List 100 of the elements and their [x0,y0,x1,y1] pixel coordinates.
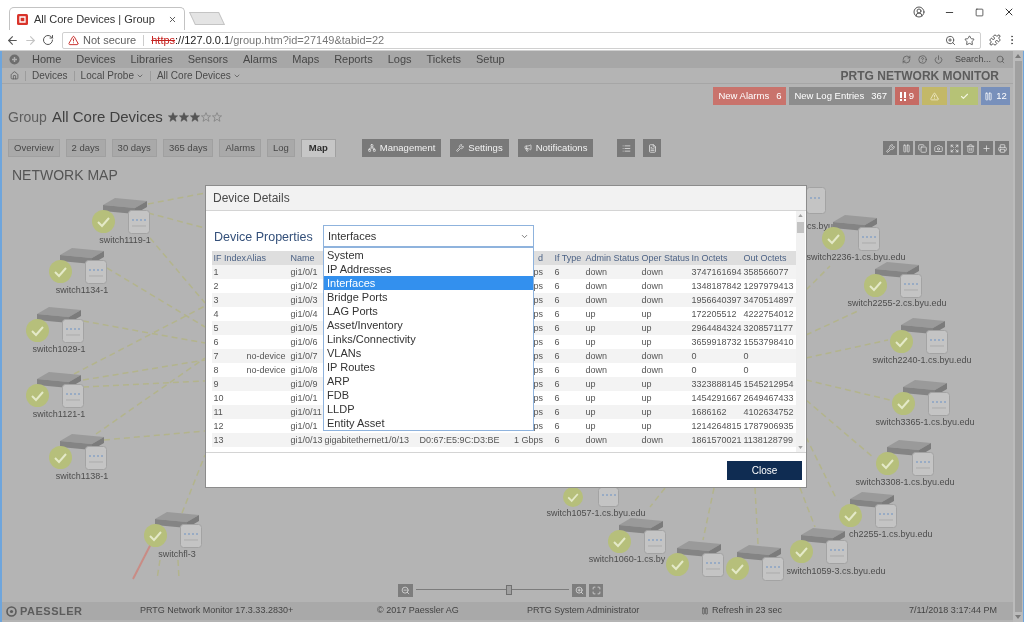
breadcrumb-link[interactable]: All Core Devices [156,68,231,83]
toolbar-button[interactable] [979,141,993,155]
nav-item[interactable]: Tickets [426,51,461,68]
nav-item[interactable]: Alarms [243,51,278,68]
toolbar-button[interactable] [995,141,1009,155]
page-scrollbar[interactable] [1013,51,1023,622]
search-field[interactable]: Search... [955,53,1005,66]
arrow-down-icon[interactable] [798,446,803,449]
dropdown-option[interactable]: Bridge Ports [324,290,533,304]
toolbar-button[interactable] [899,141,913,155]
nav-item[interactable]: Reports [334,51,373,68]
node-label[interactable]: switch1057-1.cs.byu.edu [546,508,646,518]
dropdown-option[interactable]: Interfaces [324,276,533,290]
node-label[interactable]: switch1060-1.cs.by [588,554,666,564]
close-button[interactable]: Close [727,461,802,480]
node-label[interactable]: switch2240-1.cs.byu.edu [872,355,972,365]
nav-item[interactable]: Devices [76,51,116,68]
zoom-in-button[interactable] [572,583,586,597]
icon-button[interactable] [643,139,662,157]
arrow-up-icon[interactable] [1015,54,1021,58]
column-header[interactable]: d [538,251,543,265]
dropdown-option[interactable]: System [324,248,533,262]
node-label[interactable]: ch2255-1.cs.byu.edu [849,529,933,539]
scrollbar-thumb[interactable] [1014,61,1022,612]
column-header[interactable]: Oper Status [641,251,690,265]
nav-item[interactable]: Maps [292,51,320,68]
node-label[interactable]: switch1119-1 [99,235,151,245]
icon-button[interactable] [617,139,636,157]
dropdown-option[interactable]: IP Routes [324,360,533,374]
dropdown-option[interactable]: VLANs [324,346,533,360]
dropdown-option[interactable]: Links/Connectivity [324,332,533,346]
toolbar-button[interactable] [947,141,961,155]
column-header[interactable]: IF Index [213,251,246,265]
node-label[interactable]: switch1134-1 [55,285,109,295]
dialog-scrollbar[interactable] [796,211,805,452]
column-header[interactable]: If Type [554,251,582,265]
toolbar-button[interactable] [931,141,945,155]
close-icon[interactable] [168,14,177,24]
zoom-icon[interactable] [945,34,956,46]
zoom-slider[interactable] [416,585,569,595]
maximize-icon[interactable] [974,7,984,17]
profile-icon[interactable] [913,6,925,18]
nav-item[interactable]: Libraries [130,51,173,68]
tab[interactable]: 30 days [111,139,157,157]
nav-item[interactable]: Logs [387,51,412,68]
dropdown-option[interactable]: LAG Ports [324,304,533,318]
alert-button[interactable]: New Alarms 6 [713,87,787,105]
address-bar[interactable]: Not secure https://127.0.0.1/group.htm?id=27149&tabid=22 [62,31,981,49]
extension-icon[interactable] [989,34,1001,46]
toolbar-button[interactable] [915,141,929,155]
node-label[interactable]: switch2255-2.cs.byu.edu [847,298,947,308]
node-label[interactable]: switch1029-1 [32,344,86,354]
dropdown-option[interactable]: FDB [324,388,533,402]
dropdown-option[interactable]: LLDP [324,402,533,416]
fit-view-button[interactable] [589,583,603,597]
power-icon[interactable] [934,55,943,64]
breadcrumb-link[interactable]: Local Probe [80,68,134,83]
close-icon[interactable] [1003,6,1015,18]
browser-tab[interactable]: All Core Devices | Group [9,7,185,30]
status-counter[interactable] [922,87,947,105]
tab[interactable]: 365 days [162,139,214,157]
scrollbar-thumb[interactable] [797,222,804,233]
pause-icon[interactable] [701,607,709,615]
properties-select[interactable]: Interfaces [323,225,534,247]
node-label[interactable]: switchfl-3 [158,549,196,559]
dropdown-option[interactable]: Entity Asset [324,416,533,430]
node-label[interactable]: switch2236-1.cs.byu.edu [806,252,906,262]
forward-icon[interactable] [24,33,37,47]
home-icon[interactable] [10,71,19,80]
column-header[interactable]: Admin Status [585,251,640,265]
node-label[interactable]: switch3365-1.cs.byu.edu [875,417,975,427]
status-counter[interactable] [950,87,978,105]
tab[interactable]: Alarms [219,139,261,157]
action-button[interactable]: Management [361,139,442,157]
tab[interactable]: Overview [8,139,60,157]
back-icon[interactable] [6,33,19,47]
slider-thumb[interactable] [506,585,513,595]
tab[interactable]: 2 days [65,139,106,157]
reload-icon[interactable] [42,34,54,46]
nav-item[interactable]: Sensors [187,51,228,68]
arrow-down-icon[interactable] [1015,615,1021,619]
arrow-up-icon[interactable] [798,214,803,217]
new-tab-button[interactable] [188,12,226,25]
node-label[interactable]: switch3308-1.cs.byu.edu [855,477,955,487]
tab[interactable]: Map [300,139,336,157]
refresh-icon[interactable] [902,55,911,64]
dropdown-option[interactable]: ARP [324,374,533,388]
status-counter[interactable]: 9 [895,87,919,105]
bookmark-star-icon[interactable] [964,34,975,46]
zoom-out-button[interactable] [398,583,413,597]
nav-item[interactable]: Setup [476,51,505,68]
action-button[interactable]: Settings [450,139,509,157]
dropdown-option[interactable]: IP Addresses [324,262,533,276]
column-header[interactable]: Alias [246,251,266,265]
tab[interactable]: Log [267,139,295,157]
toolbar-button[interactable] [883,141,897,155]
node-label[interactable]: switch1138-1 [55,471,109,481]
column-header[interactable]: Name [290,251,315,265]
column-header[interactable]: In Octets [691,251,728,265]
help-icon[interactable] [918,55,927,64]
